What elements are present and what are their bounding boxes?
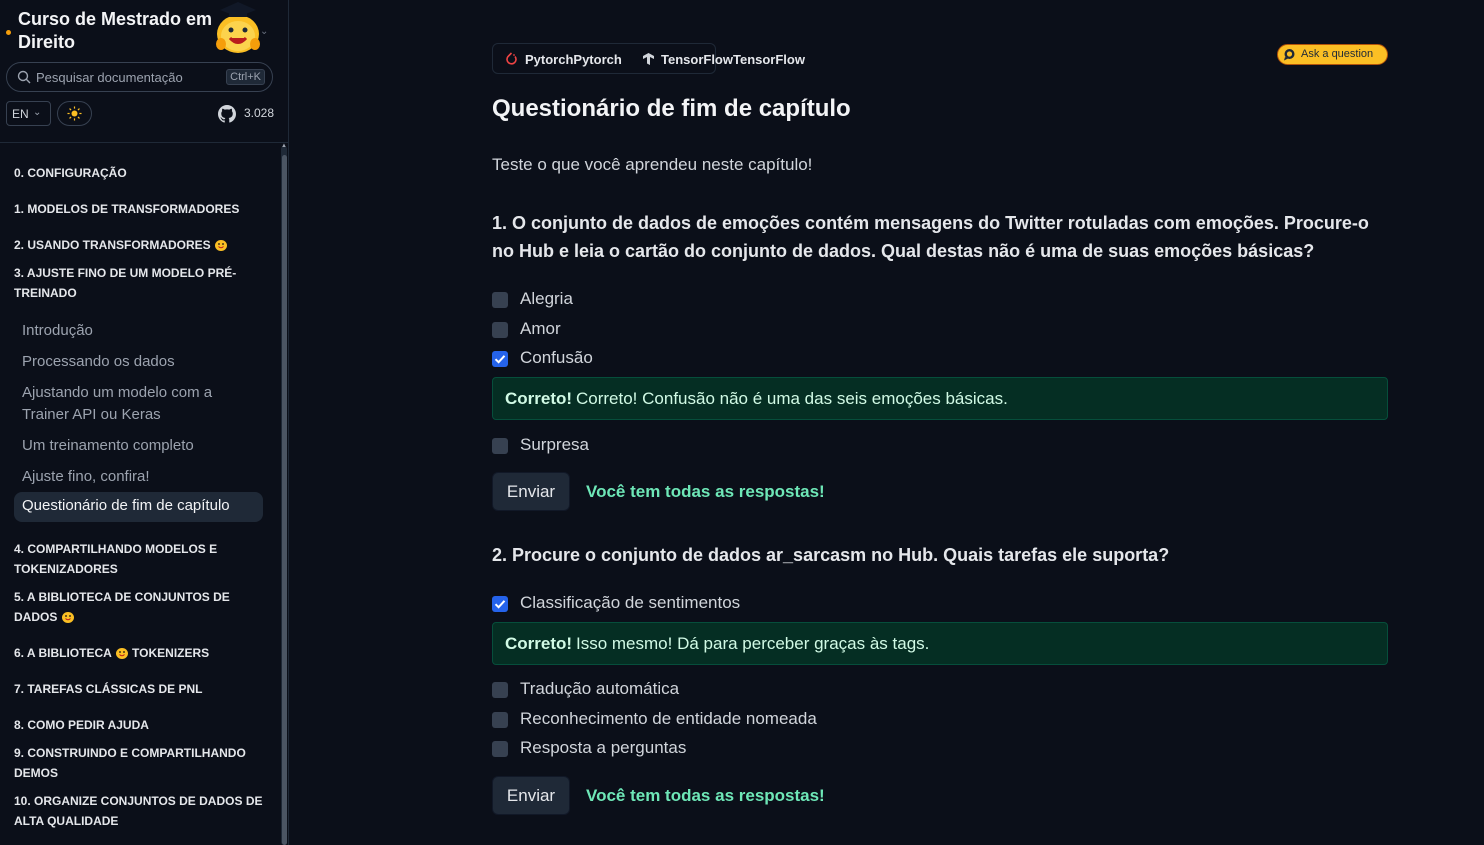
option-label: Confusão: [520, 348, 593, 367]
result-message: Você tem todas as respostas!: [586, 482, 825, 501]
option-label: Reconhecimento de entidade nomeada: [520, 709, 817, 728]
chevron-down-icon[interactable]: ⌄: [260, 26, 268, 37]
checkbox[interactable]: [492, 682, 508, 698]
sidebar-item-treinamento[interactable]: Um treinamento completo: [22, 435, 262, 457]
sidebar-item-questionario-label: Questionário de fim de capítulo: [22, 497, 230, 514]
search-placeholder: Pesquisar documentação: [36, 70, 183, 85]
search-shortcut: Ctrl+K: [226, 69, 265, 85]
question-1-text: 1. O conjunto de dados de emoções contém…: [492, 213, 1369, 261]
feedback-correct: Correto! Isso mesmo! Dá para perceber gr…: [492, 622, 1388, 665]
hugging-face-mascot-icon: [216, 2, 260, 53]
framework-tabs: PytorchPytorch TensorFlowTensorFlow: [492, 43, 805, 74]
sidebar-chapter-0[interactable]: 0. CONFIGURAÇÃO: [14, 163, 269, 183]
status-dot: [6, 30, 11, 35]
chapter-label: 8. COMO PEDIR AJUDA: [14, 718, 149, 732]
chapter-label: 0. CONFIGURAÇÃO: [14, 166, 127, 180]
github-star-count: 3.028: [244, 106, 275, 120]
feedback-text: Isso mesmo! Dá para perceber graças às t…: [576, 634, 930, 653]
sidebar-chapter-6[interactable]: 6. A BIBLIOTECA TOKENIZERS: [14, 643, 269, 663]
result-message: Você tem todas as respostas!: [586, 786, 825, 805]
feedback-correct: Correto! Correto! Confusão não é uma das…: [492, 377, 1388, 420]
feedback-title: Correto!: [505, 634, 573, 653]
sidebar-chapter-5[interactable]: 5. A BIBLIOTECA DE CONJUNTOS DE DADOS: [14, 587, 269, 627]
page-intro: Teste o que você aprendeu neste capítulo…: [492, 155, 813, 174]
option-label: Tradução automática: [520, 679, 680, 698]
sidebar-item-ajustando[interactable]: Ajustando um modelo com a Trainer API ou…: [22, 382, 262, 426]
sidebar-chapter-1[interactable]: 1. MODELOS DE TRANSFORMADORES: [14, 199, 269, 219]
sidebar-chapter-2[interactable]: 2. USANDO TRANSFORMADORES: [14, 235, 269, 255]
tab-pytorch[interactable]: PytorchPytorch: [525, 52, 622, 67]
sun-icon: [67, 106, 82, 121]
sidebar-chapter-4[interactable]: 4. COMPARTILHANDO MODELOS E TOKENIZADORE…: [14, 539, 269, 579]
chapter-label: 1. MODELOS DE TRANSFORMADORES: [14, 202, 240, 216]
check-icon: [494, 600, 506, 609]
search-icon: [17, 70, 31, 84]
option-label: Resposta a perguntas: [520, 738, 687, 757]
sidebar-chapter-3[interactable]: 3. AJUSTE FINO DE UM MODELO PRÉ-TREINADO: [14, 263, 269, 303]
chapter-label: 10. ORGANIZE CONJUNTOS DE DADOS DE ALTA …: [14, 794, 263, 828]
tensorflow-icon: [643, 53, 654, 65]
hugging-face-emoji-icon: [215, 240, 228, 251]
chapter-label: 6. A BIBLIOTECA: [14, 646, 112, 660]
sidebar-chapter-10[interactable]: 10. ORGANIZE CONJUNTOS DE DADOS DE ALTA …: [14, 791, 269, 831]
search-input[interactable]: Pesquisar documentação Ctrl+K: [6, 62, 273, 92]
checkbox[interactable]: [492, 322, 508, 338]
feedback-title: Correto!: [505, 389, 573, 408]
sidebar: Curso de Mestrado em Direito ⌄ Pesquisar…: [0, 0, 289, 845]
page-title: Questionário de fim de capítulo: [492, 95, 851, 122]
ask-question-button[interactable]: Ask a question: [1277, 44, 1388, 65]
checkbox[interactable]: [492, 741, 508, 757]
theme-toggle[interactable]: [57, 101, 92, 126]
chapter-label: 7. TAREFAS CLÁSSICAS DE PNL: [14, 682, 203, 696]
chevron-down-icon: ⌄: [33, 107, 42, 118]
checkbox[interactable]: [492, 438, 508, 454]
sidebar-chapter-9[interactable]: 9. CONSTRUINDO E COMPARTILHANDO DEMOS: [14, 743, 269, 783]
checkbox-checked[interactable]: [492, 596, 508, 612]
chapter-label: 5. A BIBLIOTECA DE CONJUNTOS DE DADOS: [14, 590, 230, 624]
sidebar-item-introducao[interactable]: Introdução: [22, 320, 262, 342]
sidebar-item-processando[interactable]: Processando os dados: [22, 351, 262, 373]
tab-tensorflow[interactable]: TensorFlowTensorFlow: [661, 52, 805, 67]
option-label: Amor: [520, 319, 561, 338]
feedback-text: Correto! Confusão não é uma das seis emo…: [576, 389, 1008, 408]
sidebar-chapter-8[interactable]: 8. COMO PEDIR AJUDA: [14, 715, 269, 735]
chapter-label: 2. USANDO TRANSFORMADORES: [14, 238, 211, 252]
option-label: Alegria: [520, 289, 573, 308]
option-label: Classificação de sentimentos: [520, 593, 741, 612]
chapter-label: 4. COMPARTILHANDO MODELOS E TOKENIZADORE…: [14, 542, 218, 576]
pytorch-icon: [506, 52, 517, 65]
course-title[interactable]: Curso de Mestrado em Direito: [18, 8, 218, 54]
hugging-face-emoji-icon: [115, 648, 128, 659]
chapter-label: 3. AJUSTE FINO DE UM MODELO PRÉ-TREINADO: [14, 266, 237, 300]
language-value: EN: [12, 107, 29, 121]
submit-button[interactable]: Enviar: [492, 776, 570, 815]
scroll-up-icon[interactable]: ▲: [281, 143, 287, 149]
ask-question-label: Ask a question: [1301, 48, 1374, 60]
github-icon[interactable]: [218, 105, 236, 123]
check-icon: [494, 355, 506, 364]
option-label: Surpresa: [520, 435, 589, 454]
checkbox[interactable]: [492, 292, 508, 308]
question-2-text: 2. Procure o conjunto de dados ar_sarcas…: [492, 545, 1170, 565]
sidebar-chapter-7[interactable]: 7. TAREFAS CLÁSSICAS DE PNL: [14, 679, 269, 699]
chapter-label: 9. CONSTRUINDO E COMPARTILHANDO DEMOS: [14, 746, 246, 780]
chapter-label: TOKENIZERS: [132, 646, 210, 660]
submit-button[interactable]: Enviar: [492, 472, 570, 511]
checkbox-checked[interactable]: [492, 351, 508, 367]
divider: [0, 142, 289, 143]
checkbox[interactable]: [492, 712, 508, 728]
sidebar-item-ajuste-fino[interactable]: Ajuste fino, confira!: [22, 466, 262, 488]
hugging-face-emoji-icon: [61, 612, 74, 623]
chat-bubble-icon: [1284, 49, 1295, 61]
language-select[interactable]: EN ⌄: [6, 101, 51, 126]
scrollbar-thumb[interactable]: [282, 155, 287, 845]
